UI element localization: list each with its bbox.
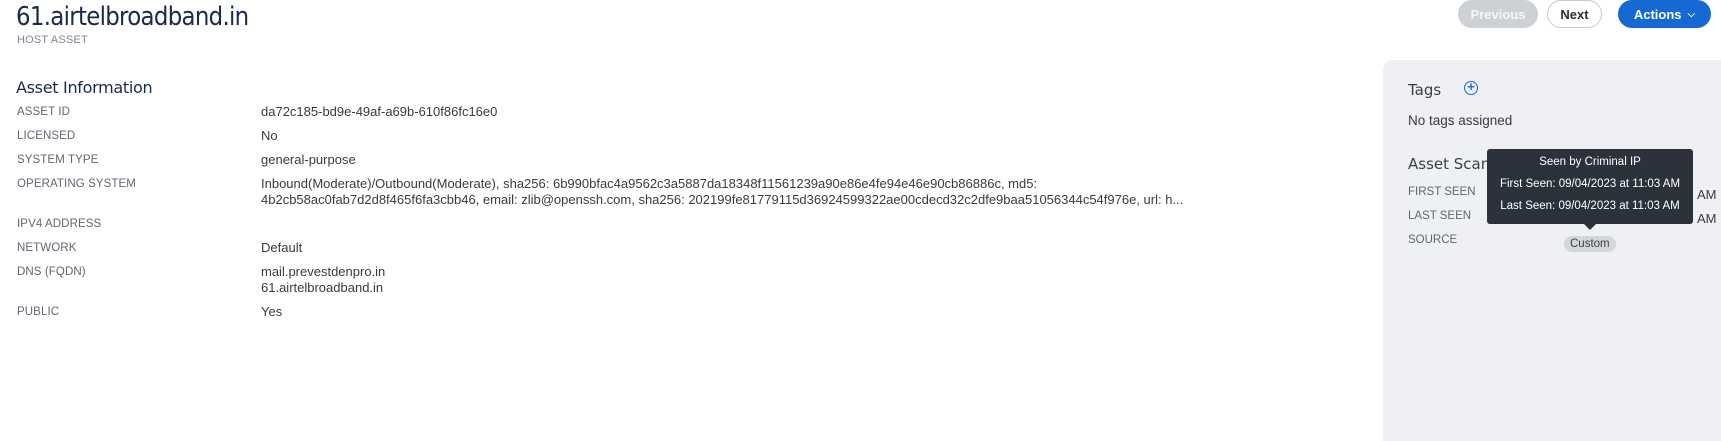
actions-button[interactable]: Actions ⌵ [1618, 0, 1711, 28]
ipv4-address-label: IPV4 ADDRESS [17, 218, 102, 230]
asset-id-value: da72c185-bd9e-49af-a69b-610f86fc16e0 [261, 104, 498, 119]
next-button-label: Next [1560, 6, 1589, 22]
operating-system-value: Inbound(Moderate)/Outbound(Moderate), sh… [261, 176, 1038, 191]
actions-button-label: Actions [1633, 6, 1682, 22]
dns-fqdn-value: mail.prevestdenpro.in [261, 264, 386, 279]
licensed-label: LICENSED [17, 130, 76, 142]
next-button[interactable]: Next [1547, 0, 1602, 28]
public-label: PUBLIC [17, 306, 60, 318]
asset-scan-heading: Asset Scan [1408, 155, 1491, 173]
tooltip-title: Seen by Criminal IP [1539, 156, 1641, 168]
previous-button-label: Previous [1470, 6, 1526, 22]
page-title: 61.airtelbroadband.in [16, 2, 249, 32]
operating-system-label: OPERATING SYSTEM [17, 178, 136, 190]
dns-fqdn-label: DNS (FQDN) [17, 266, 86, 278]
source-badge[interactable]: Custom [1564, 236, 1616, 252]
no-tags-text: No tags assigned [1408, 113, 1513, 128]
previous-button[interactable]: Previous [1458, 0, 1538, 28]
dns-fqdn-value-line2: 61.airtelbroadband.in [261, 280, 384, 295]
licensed-value: No [261, 128, 278, 143]
asset-information-heading: Asset Information [16, 78, 153, 97]
system-type-value: general-purpose [261, 152, 356, 167]
first-seen-value-suffix: AM [1697, 187, 1717, 202]
tooltip-last-seen: Last Seen: 09/04/2023 at 11:03 AM [1500, 200, 1680, 212]
last-seen-value-suffix: AM [1697, 211, 1717, 226]
system-type-label: SYSTEM TYPE [17, 154, 99, 166]
tags-heading: Tags [1408, 81, 1442, 99]
seen-by-tooltip: Seen by Criminal IP First Seen: 09/04/20… [1487, 149, 1693, 230]
network-label: NETWORK [17, 242, 77, 254]
chevron-down-icon: ⌵ [1687, 8, 1696, 20]
last-seen-label: LAST SEEN [1408, 210, 1472, 222]
add-tag-icon[interactable]: + [1464, 80, 1478, 95]
network-value: Default [261, 240, 303, 255]
tooltip-first-seen: First Seen: 09/04/2023 at 11:03 AM [1499, 178, 1681, 190]
first-seen-label: FIRST SEEN [1408, 186, 1476, 198]
asset-id-label: ASSET ID [17, 106, 70, 118]
asset-detail-page: 61.airtelbroadband.in HOST ASSET Previou… [0, 0, 1721, 441]
public-value: Yes [261, 304, 283, 319]
page-subtitle: HOST ASSET [17, 34, 88, 46]
source-label: SOURCE [1408, 234, 1458, 246]
operating-system-value-line2: 4b2cb58ac0fab7d2d8f465f6fa3cbb46, email:… [261, 192, 1184, 207]
